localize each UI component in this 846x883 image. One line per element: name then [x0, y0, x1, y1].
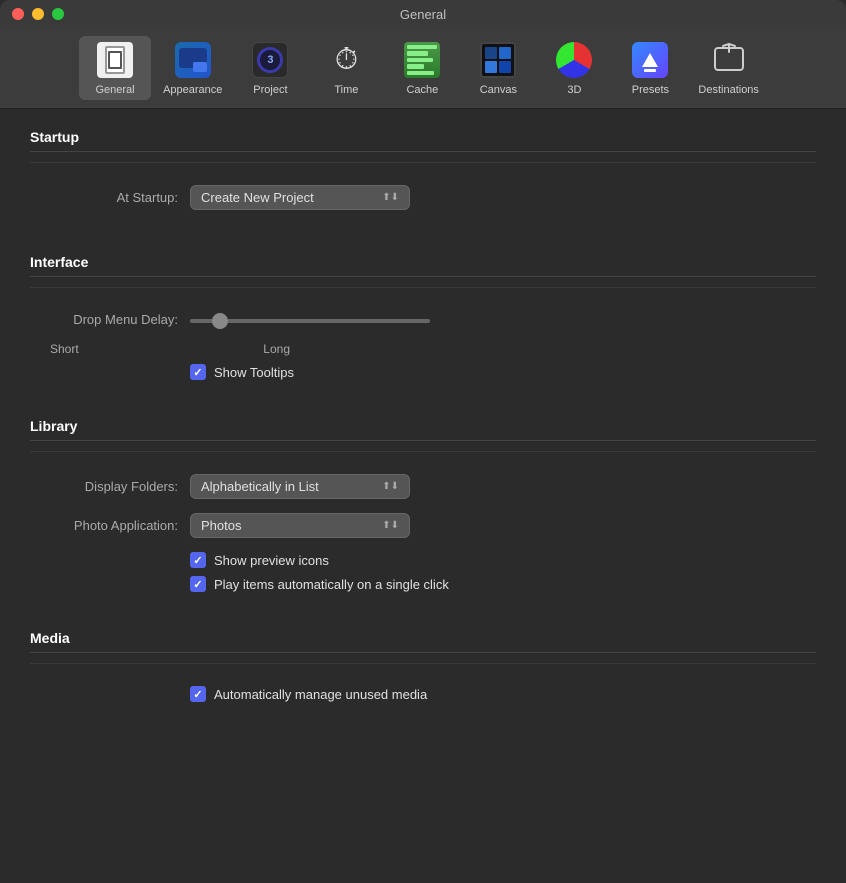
- library-section-title: Library: [30, 418, 816, 441]
- display-folders-chevron-icon: ⬆⬇: [382, 481, 399, 492]
- tab-general-label: General: [95, 84, 134, 96]
- window-title: General: [400, 7, 446, 22]
- appearance-icon: [173, 40, 213, 80]
- interface-section-body: Drop Menu Delay: Short Long ✓ Show Toolt…: [30, 300, 816, 398]
- at-startup-dropdown[interactable]: Create New Project ⬆⬇: [190, 185, 410, 210]
- display-folders-label: Display Folders:: [30, 479, 190, 494]
- show-tooltips-row: ✓ Show Tooltips: [30, 364, 816, 380]
- show-tooltips-label: Show Tooltips: [214, 365, 294, 380]
- library-section-body: Display Folders: Alphabetically in List …: [30, 464, 816, 610]
- slider-min-label: Short: [50, 342, 79, 356]
- play-items-check-icon: ✓: [193, 578, 202, 591]
- tab-canvas[interactable]: Canvas: [462, 36, 534, 100]
- canvas-icon: [478, 40, 518, 80]
- at-startup-row: At Startup: Create New Project ⬆⬇: [30, 185, 816, 210]
- slider-max-label: Long: [263, 342, 290, 356]
- window-controls[interactable]: [12, 8, 64, 20]
- at-startup-label: At Startup:: [30, 190, 190, 205]
- library-divider: [30, 451, 816, 452]
- presets-icon: [630, 40, 670, 80]
- 3d-icon: [554, 40, 594, 80]
- tab-destinations-label: Destinations: [698, 84, 759, 96]
- show-tooltips-checkbox[interactable]: ✓: [190, 364, 206, 380]
- auto-manage-row: ✓ Automatically manage unused media: [30, 686, 816, 702]
- startup-section-body: At Startup: Create New Project ⬆⬇: [30, 175, 816, 234]
- photo-application-dropdown[interactable]: Photos ⬆⬇: [190, 513, 410, 538]
- media-divider: [30, 663, 816, 664]
- general-icon: [95, 40, 135, 80]
- startup-divider: [30, 162, 816, 163]
- time-icon: ⏱: [326, 40, 366, 80]
- tab-3d[interactable]: 3D: [538, 36, 610, 100]
- library-section: Library Display Folders: Alphabetically …: [30, 418, 816, 610]
- maximize-button[interactable]: [52, 8, 64, 20]
- main-content: Startup At Startup: Create New Project ⬆…: [0, 109, 846, 760]
- media-section: Media ✓ Automatically manage unused medi…: [30, 630, 816, 720]
- auto-manage-check-icon: ✓: [193, 688, 202, 701]
- at-startup-dropdown-value: Create New Project: [201, 190, 314, 205]
- show-preview-icons-row: ✓ Show preview icons: [30, 552, 816, 568]
- tab-appearance[interactable]: Appearance: [155, 36, 230, 100]
- drop-menu-delay-row: Drop Menu Delay:: [30, 310, 816, 328]
- display-folders-dropdown-value: Alphabetically in List: [201, 479, 319, 494]
- startup-section-title: Startup: [30, 129, 816, 152]
- tab-canvas-label: Canvas: [480, 84, 517, 96]
- media-section-body: ✓ Automatically manage unused media: [30, 676, 816, 720]
- show-preview-icons-checkbox[interactable]: ✓: [190, 552, 206, 568]
- interface-section-title: Interface: [30, 254, 816, 277]
- drop-menu-delay-label: Drop Menu Delay:: [30, 312, 190, 327]
- drop-menu-delay-slider[interactable]: [190, 319, 430, 323]
- tab-presets-label: Presets: [632, 84, 669, 96]
- tab-destinations[interactable]: Destinations: [690, 36, 767, 100]
- tab-cache-label: Cache: [406, 84, 438, 96]
- media-section-title: Media: [30, 630, 816, 653]
- destinations-icon: [709, 40, 749, 80]
- slider-container: [190, 310, 430, 328]
- display-folders-row: Display Folders: Alphabetically in List …: [30, 474, 816, 499]
- show-tooltips-check-icon: ✓: [193, 366, 202, 379]
- title-bar: General: [0, 0, 846, 28]
- play-items-checkbox[interactable]: ✓: [190, 576, 206, 592]
- tab-time-label: Time: [334, 84, 358, 96]
- interface-section: Interface Drop Menu Delay: Short Long ✓ …: [30, 254, 816, 398]
- display-folders-dropdown[interactable]: Alphabetically in List ⬆⬇: [190, 474, 410, 499]
- toolbar: General Appearance 3 Project ⏱ Time: [0, 28, 846, 109]
- tab-appearance-label: Appearance: [163, 84, 222, 96]
- photo-application-chevron-icon: ⬆⬇: [382, 520, 399, 531]
- tab-general[interactable]: General: [79, 36, 151, 100]
- show-preview-icons-check-icon: ✓: [193, 554, 202, 567]
- slider-labels: Short Long: [30, 342, 290, 356]
- tab-presets[interactable]: Presets: [614, 36, 686, 100]
- play-items-label: Play items automatically on a single cli…: [214, 577, 449, 592]
- tab-project-label: Project: [253, 84, 287, 96]
- project-icon: 3: [250, 40, 290, 80]
- photo-application-row: Photo Application: Photos ⬆⬇: [30, 513, 816, 538]
- auto-manage-checkbox[interactable]: ✓: [190, 686, 206, 702]
- interface-divider: [30, 287, 816, 288]
- tab-cache[interactable]: Cache: [386, 36, 458, 100]
- cache-icon: [402, 40, 442, 80]
- auto-manage-label: Automatically manage unused media: [214, 687, 427, 702]
- photo-application-label: Photo Application:: [30, 518, 190, 533]
- show-preview-icons-label: Show preview icons: [214, 553, 329, 568]
- startup-section: Startup At Startup: Create New Project ⬆…: [30, 129, 816, 234]
- minimize-button[interactable]: [32, 8, 44, 20]
- tab-time[interactable]: ⏱ Time: [310, 36, 382, 100]
- close-button[interactable]: [12, 8, 24, 20]
- play-items-row: ✓ Play items automatically on a single c…: [30, 576, 816, 592]
- photo-application-dropdown-value: Photos: [201, 518, 241, 533]
- tab-3d-label: 3D: [567, 84, 581, 96]
- at-startup-chevron-icon: ⬆⬇: [382, 192, 399, 203]
- tab-project[interactable]: 3 Project: [234, 36, 306, 100]
